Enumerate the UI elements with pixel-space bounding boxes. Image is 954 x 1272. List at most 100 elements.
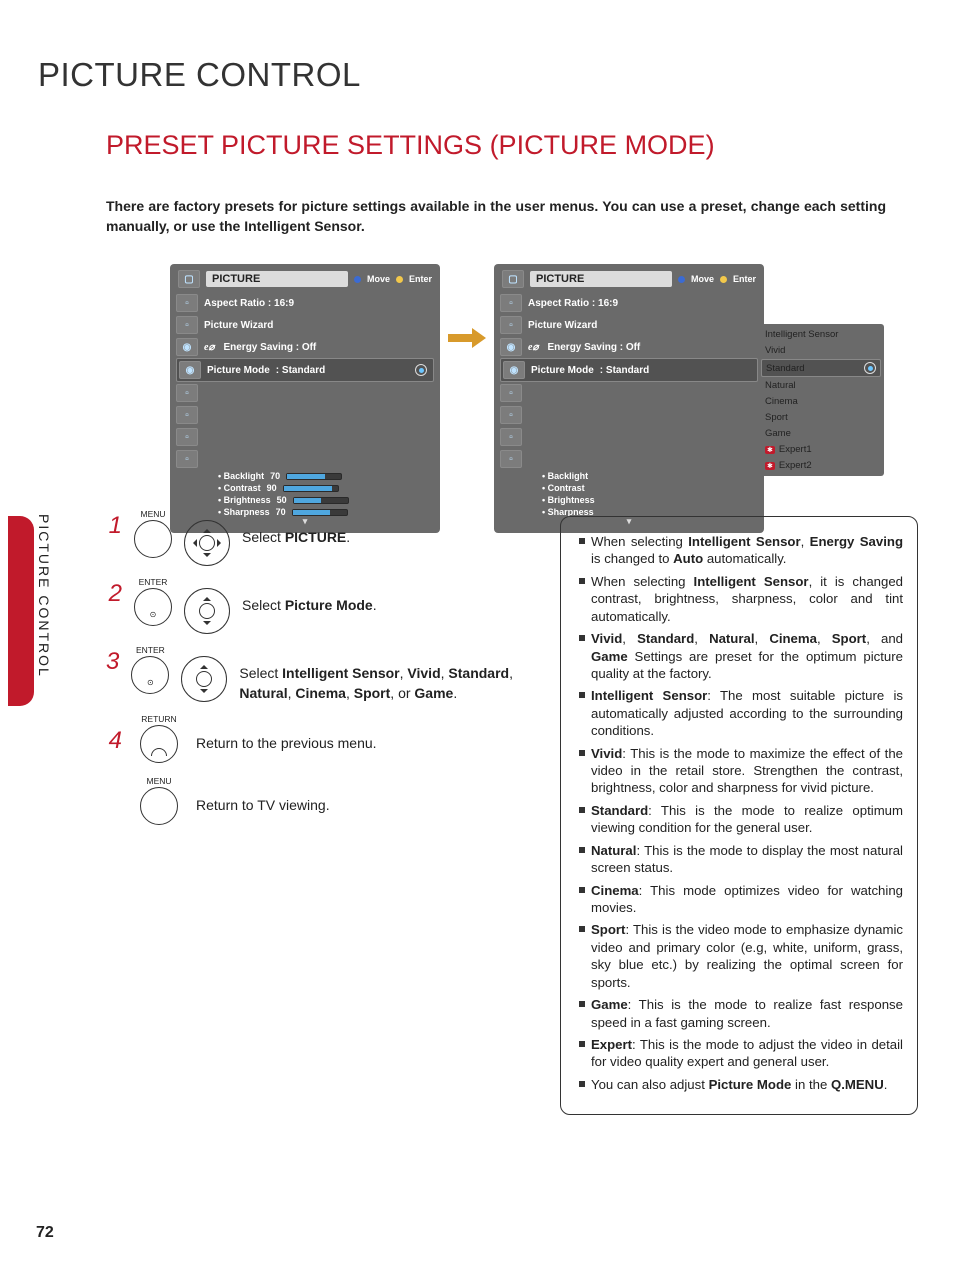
step-number: 2	[106, 582, 122, 606]
menu-row-spacer: ▫	[494, 382, 764, 404]
move-dot-icon	[354, 276, 361, 283]
aspect-icon: ▫	[500, 294, 522, 312]
slider-contrast[interactable]: • Contrast	[494, 482, 764, 494]
step-text: Select PICTURE.	[242, 520, 350, 548]
info-box: When selecting Intelligent Sensor, Energ…	[560, 516, 918, 1115]
slider-brightness[interactable]: • Brightness50	[170, 494, 440, 506]
slider-label: • Contrast	[542, 483, 585, 493]
energy-prefix-icon: e⌀	[204, 342, 214, 353]
menu-row-picture-mode[interactable]: ◉ Picture Mode : Standard	[500, 358, 758, 382]
opt-label: Game	[765, 428, 791, 439]
opt-label: Expert2	[779, 460, 812, 471]
menu-row-aspect[interactable]: ▫ Aspect Ratio : 16:9	[494, 292, 764, 314]
spacer-icon: ▫	[500, 406, 522, 424]
row-text: Aspect Ratio : 16:9	[204, 298, 294, 309]
wizard-icon: ▫	[500, 316, 522, 334]
row-value: : Standard	[600, 365, 649, 376]
picture-mode-icon: ◉	[179, 361, 201, 379]
step-text: Return to TV viewing.	[196, 796, 330, 816]
spacer-icon: ▫	[500, 450, 522, 468]
enter-button-icon: ENTER⊙	[134, 588, 172, 626]
steps-column: 1 MENU Select PICTURE. 2 ENTER⊙ Select P…	[106, 520, 548, 849]
btn-label: ENTER	[139, 577, 168, 587]
row-text: Picture Wizard	[528, 320, 597, 331]
popup-option[interactable]: Intelligent Sensor	[761, 327, 881, 342]
slider-label: • Backlight	[542, 471, 588, 481]
step-4: 4 RETURN Return to the previous menu.	[106, 725, 548, 763]
return-arc-icon	[151, 748, 167, 756]
header-icon: ▢	[502, 270, 524, 288]
info-item: Vivid, Standard, Natural, Cinema, Sport,…	[579, 630, 903, 682]
expert-badge-icon: ✱	[765, 446, 775, 454]
radio-icon	[864, 362, 876, 374]
move-dot-icon	[678, 276, 685, 283]
osd-title: PICTURE	[206, 271, 348, 287]
menu-row-spacer: ▫	[170, 382, 440, 404]
row-label: Picture Mode	[207, 365, 270, 376]
side-label: PICTURE CONTROL	[36, 514, 52, 678]
popup-option[interactable]: Natural	[761, 378, 881, 393]
slider-brightness[interactable]: • Brightness	[494, 494, 764, 506]
row-label: Picture Mode	[531, 365, 594, 376]
opt-label: Expert1	[779, 444, 812, 455]
step-text: Select Intelligent Sensor, Vivid, Standa…	[239, 656, 548, 703]
menu-button-icon: MENU	[134, 520, 172, 558]
slider-track[interactable]	[293, 497, 349, 504]
osd-title: PICTURE	[530, 271, 672, 287]
step-5: MENU Return to TV viewing.	[106, 787, 548, 825]
info-item: Cinema: This mode optimizes video for wa…	[579, 882, 903, 917]
transition-arrow-icon	[440, 264, 494, 348]
slider-label: • Backlight	[218, 471, 264, 481]
opt-label: Natural	[765, 380, 796, 391]
slider-label: • Brightness	[218, 495, 271, 505]
popup-option[interactable]: ✱ Expert2	[761, 458, 881, 473]
menu-row-aspect[interactable]: ▫Aspect Ratio : 16:9	[170, 292, 440, 314]
side-tab	[8, 516, 34, 706]
step-number: 3	[106, 650, 119, 674]
popup-option[interactable]: Game	[761, 426, 881, 441]
row-text: Aspect Ratio : 16:9	[528, 298, 618, 309]
slider-track[interactable]	[286, 473, 342, 480]
menu-row-wizard[interactable]: ▫Picture Wizard	[170, 314, 440, 336]
slider-track[interactable]	[292, 509, 348, 516]
osd-hints: Move Enter	[678, 274, 756, 284]
popup-option[interactable]: ✱ Expert1	[761, 442, 881, 457]
menu-row-energy[interactable]: ◉e⌀Energy Saving : Off	[170, 336, 440, 358]
popup-option[interactable]: Cinema	[761, 394, 881, 409]
slider-backlight[interactable]: • Backlight	[494, 470, 764, 482]
popup-option[interactable]: Vivid	[761, 343, 881, 358]
menu-row-picture-mode[interactable]: ◉ Picture Mode : Standard	[176, 358, 434, 382]
popup-option[interactable]: Sport	[761, 410, 881, 425]
info-item: Vivid: This is the mode to maximize the …	[579, 745, 903, 797]
picture-mode-popup: Intelligent Sensor Vivid Standard Natura…	[758, 324, 884, 476]
spacer-icon: ▫	[500, 428, 522, 446]
hint-enter: Enter	[409, 274, 432, 284]
menu-row-spacer: ▫	[170, 448, 440, 470]
nav-pad-icon	[184, 520, 230, 566]
slider-track[interactable]	[283, 485, 339, 492]
nav-pad-icon	[181, 656, 227, 702]
step-1: 1 MENU Select PICTURE.	[106, 520, 548, 566]
wizard-icon: ▫	[176, 316, 198, 334]
intro-text: There are factory presets for picture se…	[106, 196, 886, 237]
enter-dot-icon	[720, 276, 727, 283]
slider-backlight[interactable]: • Backlight70	[170, 470, 440, 482]
enter-dot-icon	[396, 276, 403, 283]
energy-prefix-icon: e⌀	[528, 342, 538, 353]
opt-label: Standard	[766, 363, 805, 374]
menu-row-wizard[interactable]: ▫ Picture Wizard	[494, 314, 764, 336]
info-item: Sport: This is the video mode to emphasi…	[579, 921, 903, 991]
btn-label: RETURN	[141, 714, 176, 724]
btn-label: MENU	[146, 776, 171, 786]
spacer-icon: ▫	[176, 384, 198, 402]
opt-label: Intelligent Sensor	[765, 329, 838, 340]
menu-button-icon: MENU	[140, 787, 178, 825]
osd-hints: Move Enter	[354, 274, 432, 284]
expert-badge-icon: ✱	[765, 462, 775, 470]
section-heading: PRESET PICTURE SETTINGS (PICTURE MODE)	[106, 130, 715, 161]
info-item: Game: This is the mode to realize fast r…	[579, 996, 903, 1031]
page-number: 72	[36, 1224, 54, 1242]
slider-contrast[interactable]: • Contrast90	[170, 482, 440, 494]
menu-row-energy[interactable]: ◉e⌀Energy Saving : Off	[494, 336, 764, 358]
popup-option-selected[interactable]: Standard	[761, 359, 881, 377]
